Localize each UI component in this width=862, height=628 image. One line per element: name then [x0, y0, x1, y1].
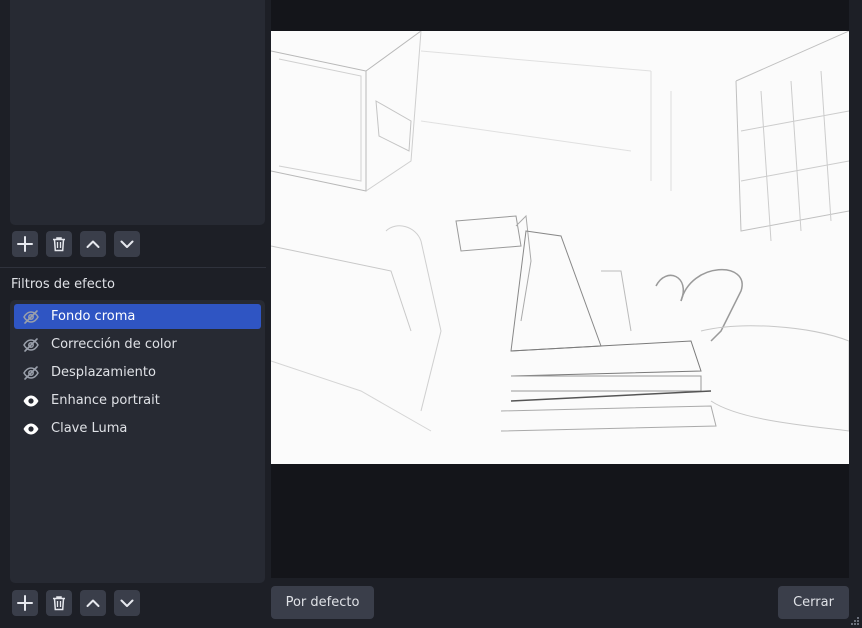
add-filter-button[interactable] [12, 231, 38, 257]
chevron-down-icon [120, 240, 134, 248]
close-button[interactable]: Cerrar [778, 586, 849, 619]
filter-item-correccion-color[interactable]: Corrección de color [14, 332, 261, 357]
preview-area [271, 0, 849, 578]
effect-filters-list[interactable]: Fondo croma Corrección de color Desplaza… [10, 300, 265, 583]
filter-label: Clave Luma [51, 421, 128, 436]
filter-preview-image [271, 31, 849, 464]
resize-grip-icon[interactable] [850, 616, 860, 626]
move-filter-up-button[interactable] [80, 231, 106, 257]
plus-icon [17, 236, 33, 252]
trash-icon [53, 596, 65, 611]
chevron-up-icon [86, 599, 100, 607]
chevron-down-icon [120, 599, 134, 607]
filter-label: Fondo croma [51, 309, 136, 324]
eye-icon[interactable] [22, 392, 40, 410]
filter-item-clave-luma[interactable]: Clave Luma [14, 416, 261, 441]
chevron-up-icon [86, 240, 100, 248]
plus-icon [17, 595, 33, 611]
audio-video-filters-toolbar [12, 231, 140, 259]
defaults-button[interactable]: Por defecto [271, 586, 374, 619]
filter-label: Corrección de color [51, 337, 177, 352]
effect-filters-toolbar [12, 590, 140, 618]
section-divider [0, 267, 266, 268]
effect-filters-title: Filtros de efecto [11, 277, 115, 292]
filter-item-desplazamiento[interactable]: Desplazamiento [14, 360, 261, 385]
eye-slash-icon[interactable] [22, 308, 40, 326]
filter-item-enhance-portrait[interactable]: Enhance portrait [14, 388, 261, 413]
add-effect-filter-button[interactable] [12, 590, 38, 616]
trash-icon [53, 237, 65, 252]
move-filter-down-button[interactable] [114, 231, 140, 257]
edge-detected-camera-image [271, 31, 849, 432]
eye-slash-icon[interactable] [22, 364, 40, 382]
eye-icon[interactable] [22, 420, 40, 438]
filter-label: Desplazamiento [51, 365, 156, 380]
eye-slash-icon[interactable] [22, 336, 40, 354]
remove-filter-button[interactable] [46, 231, 72, 257]
filter-label: Enhance portrait [51, 393, 160, 408]
remove-effect-filter-button[interactable] [46, 590, 72, 616]
filter-item-fondo-croma[interactable]: Fondo croma [14, 304, 261, 329]
audio-video-filters-list[interactable] [10, 0, 265, 225]
move-effect-filter-up-button[interactable] [80, 590, 106, 616]
move-effect-filter-down-button[interactable] [114, 590, 140, 616]
